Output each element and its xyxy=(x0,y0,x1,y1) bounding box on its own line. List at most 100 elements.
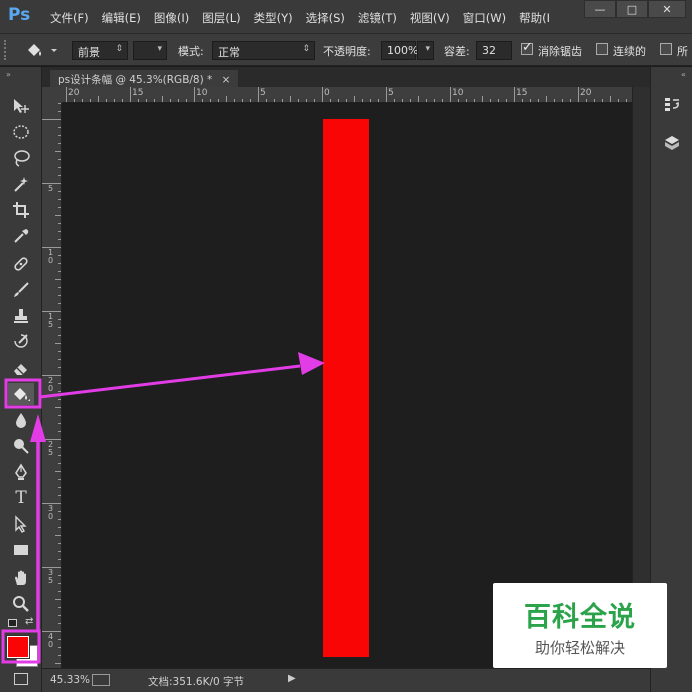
ruler-origin[interactable] xyxy=(42,87,62,103)
ruler-tick xyxy=(578,87,579,102)
eyedropper-tool-icon[interactable] xyxy=(8,225,34,247)
ruler-tick xyxy=(74,99,75,102)
ruler-tick xyxy=(58,399,61,400)
document-info: 文档:351.6K/0 字节 xyxy=(148,676,245,688)
options-grip[interactable] xyxy=(4,40,8,60)
menu-image[interactable]: 图像(I) xyxy=(154,10,189,26)
ruler-label: 2 5 xyxy=(48,440,54,457)
eraser-tool-icon[interactable] xyxy=(8,357,34,379)
collapse-arrows-icon[interactable]: « xyxy=(681,70,686,79)
maximize-button[interactable]: □ xyxy=(616,0,648,18)
ruler-label: 3 0 xyxy=(48,504,54,521)
menu-window[interactable]: 窗口(W) xyxy=(463,10,506,26)
horizontal-ruler[interactable]: 20 15 10 5 0 5 10 15 20 xyxy=(62,87,632,103)
zoom-tool-icon[interactable] xyxy=(8,593,34,615)
ruler-tick xyxy=(354,96,355,102)
ruler-tick xyxy=(58,143,61,144)
minimize-button[interactable]: — xyxy=(584,0,616,18)
ruler-tick xyxy=(322,87,323,102)
pen-tool-icon[interactable] xyxy=(8,461,34,483)
ruler-tick xyxy=(370,99,371,102)
tool-preset-picker[interactable] xyxy=(24,41,60,60)
history-brush-tool-icon[interactable] xyxy=(8,331,34,353)
ruler-tick xyxy=(55,535,61,536)
hand-tool-icon[interactable] xyxy=(8,567,34,589)
menu-filter[interactable]: 滤镜(T) xyxy=(358,10,397,26)
mode-dropdown[interactable]: 正常 ⇕ xyxy=(212,41,315,60)
collapse-arrows-icon[interactable]: » xyxy=(6,70,11,79)
all-layers-checkbox[interactable] xyxy=(660,43,672,55)
brush-tool-icon[interactable] xyxy=(8,279,34,301)
ruler-tick xyxy=(58,479,61,480)
dodge-tool-icon[interactable] xyxy=(8,435,34,457)
ruler-tick xyxy=(58,255,61,256)
share-icon[interactable] xyxy=(92,674,110,686)
swap-colors-icon[interactable]: ⇄ xyxy=(25,616,33,627)
ruler-tick xyxy=(442,99,443,102)
pattern-picker[interactable]: ▾ xyxy=(133,41,167,60)
close-button[interactable]: ✕ xyxy=(648,0,686,18)
ruler-tick xyxy=(362,99,363,102)
ruler-tick xyxy=(58,271,61,272)
ruler-tick xyxy=(58,463,61,464)
status-menu-arrow-icon[interactable]: ▶ xyxy=(288,673,296,684)
tolerance-label: 容差: xyxy=(444,45,470,58)
ruler-tick xyxy=(194,87,195,102)
red-banner-shape[interactable] xyxy=(323,119,369,657)
ruler-tick xyxy=(58,207,61,208)
updown-arrow-icon: ⇕ xyxy=(115,44,123,54)
blur-tool-icon[interactable] xyxy=(8,409,34,431)
menu-edit[interactable]: 编辑(E) xyxy=(102,10,141,26)
marquee-tool-icon[interactable] xyxy=(8,121,34,143)
lasso-tool-icon[interactable] xyxy=(8,147,34,169)
vertical-scrollbar[interactable] xyxy=(632,87,650,668)
menu-file[interactable]: 文件(F) xyxy=(50,10,89,26)
foreground-color-swatch[interactable] xyxy=(6,635,30,659)
ruler-tick xyxy=(58,295,61,296)
menu-type[interactable]: 类型(Y) xyxy=(254,10,293,26)
zoom-level[interactable]: 45.33% xyxy=(50,674,90,686)
ruler-tick xyxy=(58,303,61,304)
tolerance-field[interactable]: 32 xyxy=(476,41,512,60)
document-tab-bar: ps设计条幅 @ 45.3%(RGB/8) * × xyxy=(42,67,650,87)
ruler-tick xyxy=(594,99,595,102)
ruler-tick xyxy=(58,327,61,328)
ruler-tick xyxy=(178,99,179,102)
ruler-tick xyxy=(58,391,61,392)
quick-mask-icon[interactable] xyxy=(14,673,28,685)
properties-panel-icon[interactable] xyxy=(659,131,685,155)
ruler-tick xyxy=(522,99,523,102)
history-panel-icon[interactable] xyxy=(659,92,685,116)
ruler-tick xyxy=(58,495,61,496)
anti-alias-checkbox[interactable] xyxy=(521,40,533,55)
rectangle-tool-icon[interactable] xyxy=(8,539,34,561)
menu-select[interactable]: 选择(S) xyxy=(306,10,345,26)
close-tab-icon[interactable]: × xyxy=(222,74,231,86)
type-tool-icon[interactable]: T xyxy=(8,487,34,509)
ruler-tick xyxy=(218,99,219,102)
crop-tool-icon[interactable] xyxy=(8,199,34,221)
document-tab[interactable]: ps设计条幅 @ 45.3%(RGB/8) * × xyxy=(50,70,239,87)
default-colors-icon[interactable] xyxy=(8,619,17,627)
magic-wand-tool-icon[interactable] xyxy=(8,173,34,195)
opacity-field[interactable]: 100% xyxy=(381,41,418,60)
healing-brush-tool-icon[interactable] xyxy=(8,253,34,275)
paint-bucket-tool-icon[interactable] xyxy=(8,383,34,405)
ruler-tick xyxy=(466,99,467,102)
ruler-tick xyxy=(202,99,203,102)
clone-stamp-tool-icon[interactable] xyxy=(8,305,34,327)
menu-layer[interactable]: 图层(L) xyxy=(202,10,240,26)
menu-view[interactable]: 视图(V) xyxy=(410,10,450,26)
path-selection-tool-icon[interactable] xyxy=(8,513,34,535)
ruler-tick xyxy=(506,99,507,102)
ruler-tick xyxy=(386,87,387,102)
opacity-slider-button[interactable]: ▾ xyxy=(417,41,434,60)
ruler-label: 1 5 xyxy=(48,312,54,329)
ruler-tick xyxy=(82,99,83,102)
fill-source-dropdown[interactable]: 前景 ⇕ xyxy=(72,41,128,60)
move-tool-icon[interactable] xyxy=(8,95,34,117)
ruler-tick xyxy=(562,99,563,102)
menu-help[interactable]: 帮助(I xyxy=(519,10,550,26)
contiguous-checkbox[interactable] xyxy=(596,43,608,55)
vertical-ruler[interactable]: 5 1 0 1 5 2 0 2 5 3 0 3 5 4 0 xyxy=(42,103,62,668)
